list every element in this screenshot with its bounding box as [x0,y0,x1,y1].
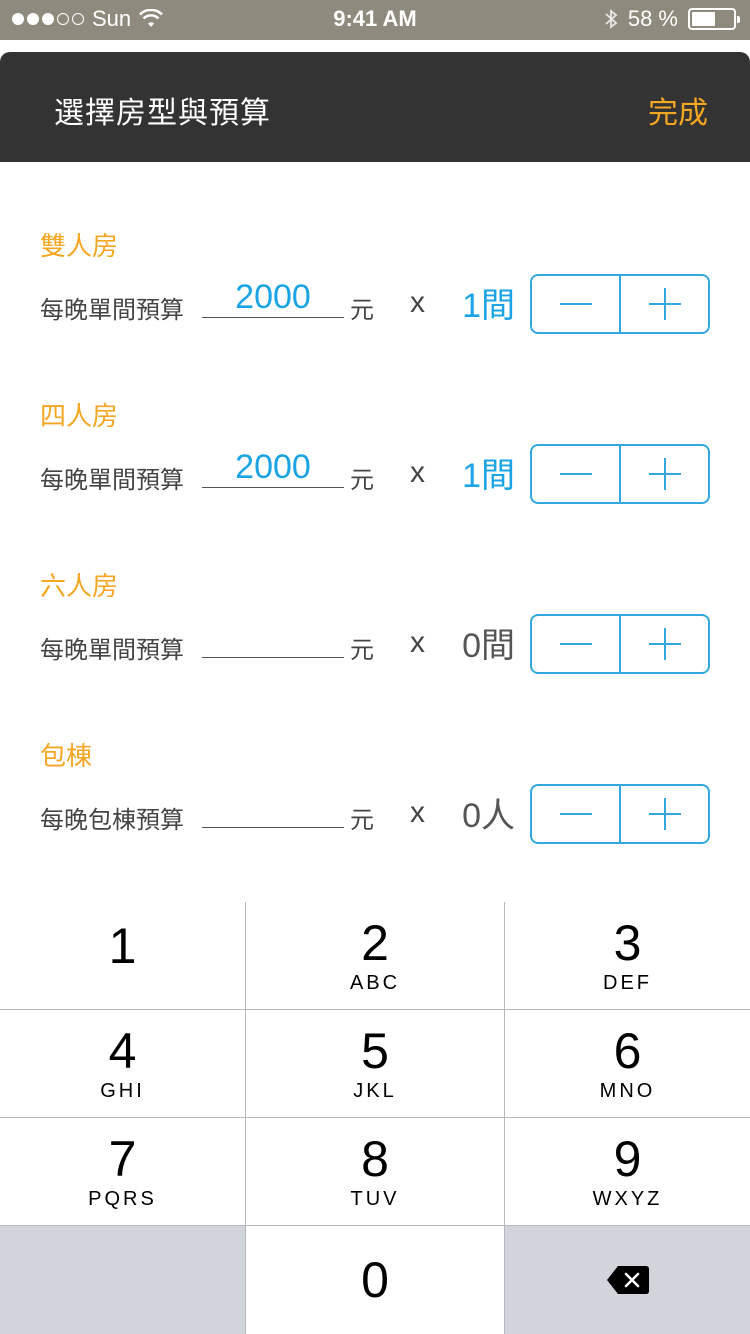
budget-label: 每晚單間預算 [40,637,184,664]
key-letters: JKL [353,1080,397,1102]
minus-icon [559,813,592,815]
currency-unit: 元 [350,807,374,834]
increment-button[interactable] [619,786,708,842]
room-count-stepper [530,274,710,334]
room-type-label: 四人房 [40,401,119,431]
decrement-button[interactable] [532,786,619,842]
multiply-sign: x [410,456,425,489]
person-count-stepper [530,784,710,844]
decrement-button[interactable] [532,446,619,502]
room-section-double: 雙人房 每晚單間預算 2000 元 x 1間 [0,226,750,366]
key-digit: 5 [361,1023,389,1079]
room-type-label: 雙人房 [40,231,119,261]
battery-percent: 58 % [627,6,678,31]
bluetooth-icon [605,9,618,29]
key-digit: 6 [613,1023,642,1079]
key-1[interactable]: 1 [0,902,246,1010]
room-type-label: 六人房 [40,571,119,601]
person-count: 0人 [462,797,515,835]
budget-input[interactable]: 2000 [202,276,344,318]
key-3[interactable]: 3 DEF [505,902,750,1010]
key-empty [0,1226,246,1334]
key-0[interactable]: 0 [246,1226,505,1334]
key-letters: TUV [350,1188,400,1210]
currency-unit: 元 [350,467,374,494]
budget-label: 每晚單間預算 [40,297,184,324]
decrement-button[interactable] [532,276,619,332]
page-title: 選擇房型與預算 [54,97,271,130]
minus-icon [559,303,592,305]
budget-input[interactable]: 2000 [202,446,344,488]
key-digit: 9 [613,1131,642,1187]
room-section-quad: 四人房 每晚單間預算 2000 元 x 1間 [0,396,750,536]
key-digit: 3 [613,915,642,971]
plus-icon [648,458,681,490]
room-section-six: 六人房 每晚單間預算 元 x 0間 [0,566,750,706]
key-6[interactable]: 6 MNO [505,1010,750,1118]
status-right: 58 % [604,6,740,32]
key-letters: WXYZ [592,1188,663,1210]
key-digit: 2 [361,915,389,971]
minus-icon [559,643,592,645]
plus-icon [648,628,681,660]
key-9[interactable]: 9 WXYZ [505,1118,750,1226]
key-4[interactable]: 4 GHI [0,1010,246,1118]
battery-icon [688,8,740,30]
key-5[interactable]: 5 JKL [246,1010,505,1118]
budget-input[interactable] [202,616,344,658]
room-budget-row: 每晚單間預算 2000 元 x 1間 [40,444,710,504]
backspace-icon [606,1266,649,1294]
plus-icon [648,288,681,320]
key-letters: DEF [603,972,652,994]
key-digit: 0 [361,1252,389,1308]
room-count: 1間 [462,287,515,325]
room-count: 1間 [462,457,515,495]
increment-button[interactable] [619,616,708,672]
done-button[interactable]: 完成 [648,88,708,132]
room-section-whole-house: 包棟 每晚包棟預算 元 x 0人 [0,736,750,876]
multiply-sign: x [410,286,425,319]
increment-button[interactable] [619,276,708,332]
room-count: 0間 [462,627,515,665]
key-digit: 1 [108,917,137,974]
currency-unit: 元 [350,637,374,664]
budget-label: 每晚包棟預算 [40,807,184,834]
room-budget-row: 每晚包棟預算 元 x 0人 [40,784,710,844]
room-count-stepper [530,614,710,674]
key-letters: PQRS [88,1188,157,1210]
numeric-keypad: 1 2 ABC 3 DEF 4 GHI 5 JKL 6 MNO 7 PQRS 8… [0,902,750,1334]
room-budget-row: 每晚單間預算 2000 元 x 1間 [40,274,710,334]
key-digit: 7 [108,1131,137,1187]
plus-icon [648,798,681,830]
key-digit: 4 [108,1023,137,1079]
multiply-sign: x [410,796,425,829]
room-budget-row: 每晚單間預算 元 x 0間 [40,614,710,674]
key-2[interactable]: 2 ABC [246,902,505,1010]
key-letters: MNO [599,1080,656,1102]
status-bar: Sun 9:41 AM 58 % [0,0,750,40]
key-7[interactable]: 7 PQRS [0,1118,246,1226]
multiply-sign: x [410,626,425,659]
key-digit: 8 [361,1131,389,1187]
minus-icon [559,473,592,475]
increment-button[interactable] [619,446,708,502]
currency-unit: 元 [350,297,374,324]
budget-input[interactable] [202,786,344,828]
budget-label: 每晚單間預算 [40,467,184,494]
room-type-label: 包棟 [40,741,93,771]
key-letters: GHI [100,1080,145,1102]
decrement-button[interactable] [532,616,619,672]
nav-header: 選擇房型與預算 完成 [0,52,750,162]
key-8[interactable]: 8 TUV [246,1118,505,1226]
room-count-stepper [530,444,710,504]
delete-key[interactable] [505,1226,750,1334]
key-letters: ABC [349,972,401,994]
